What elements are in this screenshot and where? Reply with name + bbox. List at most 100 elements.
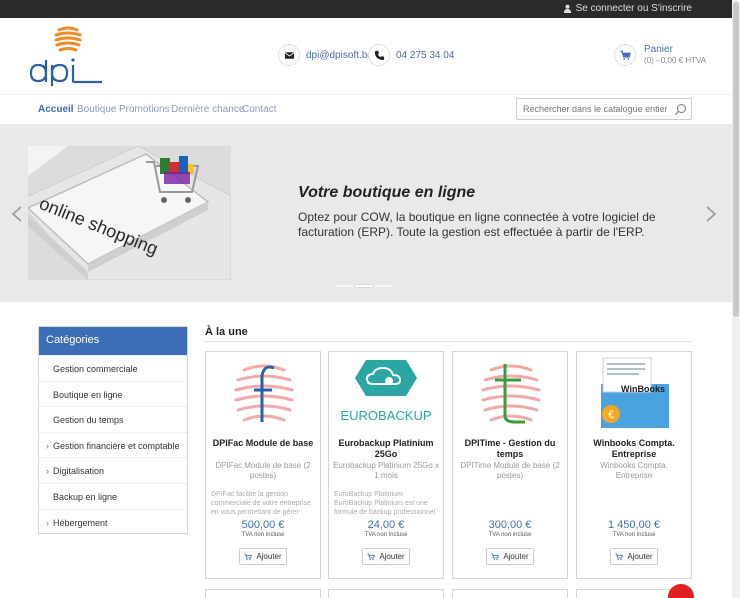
login-link[interactable]: Se connecter ou S'inscrire (563, 3, 692, 14)
product-card[interactable]: DPITime - Gestion du temps DPITime Modul… (452, 351, 568, 579)
hero-text: Optez pour COW, la boutique en ligne con… (298, 210, 656, 239)
product-description: DPIFac facilite la gestion commerciale d… (211, 491, 311, 516)
svg-text:€: € (608, 409, 614, 421)
product-subtitle: Winbooks Compta. Entreprise (600, 461, 668, 480)
category-label[interactable]: Gestion financière et comptable (53, 441, 180, 451)
catalog-search (516, 98, 692, 120)
product-name[interactable]: DPITime - Gestion du temps (457, 438, 563, 460)
category-item[interactable]: Gestion du temps (39, 406, 187, 432)
tva-note: TVA non incluse (488, 532, 532, 538)
eurobackup-logo-text: EUROBACKUP (340, 408, 431, 423)
search-input[interactable] (517, 99, 667, 119)
cart-icon (367, 553, 376, 560)
cart-icon (244, 553, 253, 560)
category-item[interactable]: Backup en ligne (39, 482, 187, 509)
phone-contact[interactable]: 04 275 34 04 (368, 44, 454, 66)
login-label: Se connecter ou S'inscrire (575, 3, 692, 14)
cart-widget[interactable]: Panier (0) - 0,00 € HTVA (614, 44, 706, 66)
tva-note: TVA non incluse (241, 532, 285, 538)
category-item[interactable]: › Digitalisation (39, 457, 187, 483)
product-description (582, 490, 688, 517)
product-description: EuroBackup Platinium EuroBackup Platiniu… (334, 491, 436, 516)
category-label[interactable]: Hébergement (53, 518, 108, 528)
add-to-cart-label: Ajouter (627, 552, 653, 561)
product-price: 300,00 € (488, 519, 532, 531)
nav-accueil[interactable]: Accueil (38, 104, 74, 115)
site-header: dpi@dpisoft.be 04 275 34 04 Panier (0) -… (0, 18, 732, 94)
product-subtitle: DPIFac Module de base (2 postes) (215, 461, 311, 480)
carousel-dot-active[interactable] (355, 285, 373, 287)
category-item[interactable]: › Gestion financière et comptable (39, 431, 187, 458)
carousel-dot[interactable] (375, 285, 393, 287)
online-shopping-image: online shopping (28, 146, 231, 280)
hero-title: Votre boutique en ligne (298, 184, 476, 201)
product-card[interactable]: DPIFac Module de base DPIFac Module de b… (205, 351, 321, 579)
envelope-icon (278, 44, 300, 66)
nav-derniere-chance[interactable]: Dernière chance (171, 104, 244, 115)
chevron-right-icon[interactable]: › (46, 466, 49, 476)
categories-sidebar: Catégories Gestion commerciale Boutique … (38, 326, 188, 534)
add-to-cart-button[interactable]: Ajouter (239, 548, 287, 565)
product-name[interactable]: Eurobackup Platinium 25Go (333, 438, 439, 460)
search-icon[interactable] (674, 103, 687, 116)
category-item[interactable]: › Hébergement (39, 508, 187, 535)
product-name[interactable]: Winbooks Compta. Entreprise (581, 438, 687, 460)
product-price: 1 450,00 € (608, 519, 660, 531)
tva-note: TVA non incluse (612, 532, 656, 538)
cart-icon (491, 553, 500, 560)
product-subtitle: DPITime Module de base (2 postes) (460, 461, 560, 480)
top-bar: Se connecter ou S'inscrire (0, 0, 732, 18)
product-card[interactable]: EUROBACKUP Eurobackup Platinium 25Go Eur… (328, 351, 444, 579)
product-card-partial[interactable] (328, 589, 444, 598)
add-to-cart-label: Ajouter (256, 552, 282, 561)
cart-label[interactable]: Panier (644, 44, 706, 55)
cart-summary: (0) - 0,00 € HTVA (644, 56, 707, 65)
nav-contact[interactable]: Contact (242, 104, 276, 115)
product-subtitle: Eurobackup Platinium 25Go x 1 mois (333, 461, 439, 480)
nav-boutique[interactable]: Boutique (77, 104, 116, 115)
add-to-cart-button[interactable]: Ajouter (610, 548, 658, 565)
product-card-partial[interactable] (452, 589, 568, 598)
cart-icon (614, 44, 636, 66)
add-to-cart-label: Ajouter (379, 552, 405, 561)
chevron-right-icon[interactable]: › (46, 518, 49, 528)
scrollbar-thumb[interactable] (733, 2, 739, 317)
product-price: 24,00 € (367, 519, 405, 531)
category-item[interactable]: Gestion commerciale (39, 355, 187, 381)
category-label[interactable]: Backup en ligne (53, 492, 117, 502)
add-to-cart-button[interactable]: Ajouter (362, 548, 410, 565)
product-card-partial[interactable] (205, 589, 321, 598)
dpi-logo[interactable] (28, 24, 104, 86)
eurobackup-logo[interactable]: EUROBACKUP (339, 356, 433, 430)
user-icon (563, 4, 571, 13)
carousel-dot[interactable] (335, 285, 353, 287)
product-description (458, 490, 564, 517)
dpifac-logo[interactable] (228, 356, 300, 430)
add-to-cart-label: Ajouter (503, 552, 529, 561)
carousel-indicators (335, 285, 393, 287)
email-contact[interactable]: dpi@dpisoft.be (278, 44, 373, 66)
category-label[interactable]: Boutique en ligne (53, 390, 123, 400)
product-card[interactable]: WinBooks € Winbooks Compta. Entreprise W… (576, 351, 692, 579)
section-divider (205, 341, 691, 342)
add-to-cart-button[interactable]: Ajouter (486, 548, 534, 565)
chevron-right-icon[interactable]: › (46, 441, 49, 451)
carousel-prev-icon[interactable] (10, 206, 24, 222)
email-text[interactable]: dpi@dpisoft.be (306, 50, 373, 61)
carousel-next-icon[interactable] (704, 206, 718, 222)
hero-carousel: online shopping Votre boutique en ligne … (0, 124, 732, 302)
winbooks-logo[interactable]: WinBooks € (599, 356, 671, 430)
product-name[interactable]: DPIFac Module de base (210, 438, 316, 449)
category-label[interactable]: Gestion commerciale (53, 364, 138, 374)
categories-title: Catégories (39, 327, 187, 355)
page-scrollbar[interactable] (732, 0, 740, 598)
cart-icon (615, 553, 624, 560)
category-label[interactable]: Gestion du temps (53, 415, 124, 425)
nav-promotions[interactable]: Promotions (119, 104, 170, 115)
featured-title: À la une (205, 326, 248, 338)
dpitime-logo[interactable] (475, 356, 547, 430)
category-label[interactable]: Digitalisation (53, 466, 104, 476)
category-item[interactable]: Boutique en ligne (39, 380, 187, 407)
phone-text[interactable]: 04 275 34 04 (396, 50, 454, 61)
phone-icon (368, 44, 390, 66)
